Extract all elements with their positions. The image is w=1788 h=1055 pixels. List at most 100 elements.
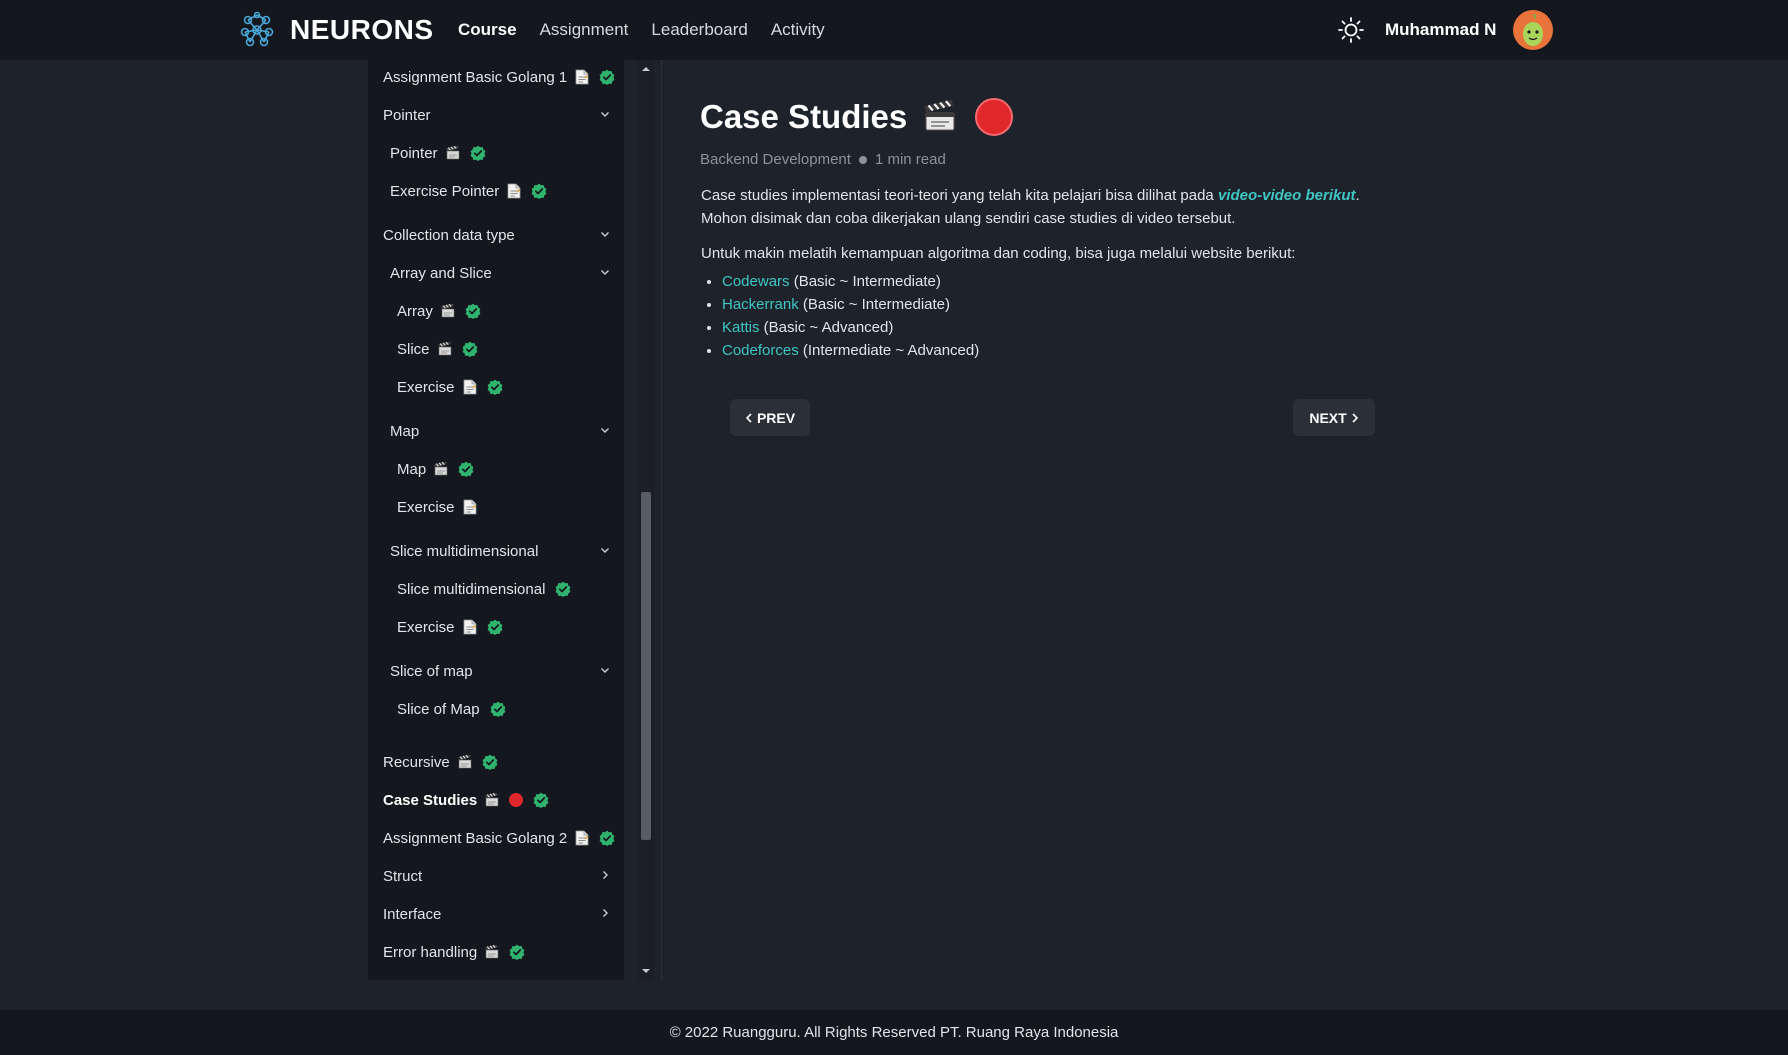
clapperboard-icon (445, 146, 460, 160)
sidebar-item-label: Slice of map (390, 662, 473, 680)
top-header: NEURONS Course Assignment Leaderboard Ac… (0, 0, 1788, 60)
sidebar-item-label: Exercise (397, 378, 455, 396)
completed-check-icon (533, 792, 549, 808)
sidebar-item-label: Array (397, 302, 433, 320)
clapperboard-icon (441, 304, 455, 318)
sidebar-item-label: Assignment Basic Golang 1 (383, 68, 568, 86)
completed-check-icon (470, 145, 486, 161)
copyright-text: © 2022 Ruangguru. All Rights Reserved PT… (669, 1024, 1119, 1041)
sidebar-item-exercise[interactable]: Exercise (368, 612, 624, 642)
meta-separator-dot (858, 155, 867, 164)
completed-check-icon (487, 619, 503, 635)
category-label: Backend Development (700, 151, 851, 168)
sidebar-item-label: Recursive (383, 753, 450, 771)
nav-assignment[interactable]: Assignment (540, 20, 629, 40)
chevron-right-icon[interactable] (598, 906, 612, 920)
chevron-down-icon[interactable] (598, 227, 612, 241)
completed-check-icon (482, 754, 498, 770)
sidebar-item-map[interactable]: Map (368, 416, 624, 446)
chevron-down-icon[interactable] (598, 423, 612, 437)
clapperboard-icon (434, 462, 448, 476)
sidebar-item-pointer[interactable]: Pointer (368, 138, 624, 168)
intro-text: Case studies implementasi teori-teori ya… (701, 187, 1218, 204)
chevron-down-icon[interactable] (598, 663, 612, 677)
sun-icon[interactable] (1337, 16, 1365, 44)
sidebar-item-interface[interactable]: Interface (368, 899, 624, 929)
chevron-down-icon[interactable] (598, 265, 612, 279)
clapperboard-icon (924, 100, 955, 131)
clapperboard-icon (485, 945, 499, 959)
page-footer: © 2022 Ruangguru. All Rights Reserved PT… (0, 1010, 1788, 1055)
document-icon (463, 379, 477, 395)
sidebar-item-case-studies[interactable]: Case Studies (368, 785, 624, 815)
nav-course[interactable]: Course (458, 20, 517, 40)
sidebar-item-assignment-basic-golang-1[interactable]: Assignment Basic Golang 1 (368, 62, 624, 92)
read-time: 1 min read (874, 151, 946, 168)
sidebar-item-pointer[interactable]: Pointer (368, 100, 624, 130)
avatar[interactable] (1513, 10, 1553, 50)
course-sidebar: Assignment Basic Golang 1 Pointer Pointer E… (368, 60, 624, 980)
sidebar-item-slice-multidimensional[interactable]: Slice multidimensional (368, 536, 624, 566)
completed-check-icon (458, 461, 474, 477)
codeforces-link[interactable]: Codeforces (722, 342, 799, 359)
avatar-character-icon (1523, 14, 1543, 46)
completed-check-icon (487, 379, 503, 395)
sidebar-item-label: Exercise (397, 498, 455, 516)
intro-period: . (1355, 187, 1360, 204)
sidebar-item-label: Map (390, 422, 420, 440)
prev-button[interactable]: PREV (730, 399, 810, 436)
sidebar-item-array-and-slice[interactable]: Array and Slice (368, 258, 624, 288)
sidebar-item-array[interactable]: Array (368, 296, 624, 326)
nav-activity[interactable]: Activity (771, 20, 825, 40)
clapperboard-icon (437, 342, 452, 356)
completed-check-icon (509, 944, 525, 960)
sidebar-item-struct[interactable]: Struct (368, 861, 624, 891)
kattis-link[interactable]: Kattis (722, 319, 760, 336)
sidebar-item-recursive[interactable]: Recursive (368, 747, 624, 777)
codewars-level: (Basic ~ Intermediate) (789, 273, 941, 290)
chevron-down-icon[interactable] (598, 543, 612, 557)
sidebar-item-collection-data-type[interactable]: Collection data type (368, 220, 624, 250)
chevron-down-icon[interactable] (598, 107, 612, 121)
sidebar-item-label: Error handling (383, 943, 478, 961)
list-item: Hackerrank (Basic ~ Intermediate) (722, 293, 979, 316)
chevron-left-icon (745, 412, 752, 423)
nav-leaderboard[interactable]: Leaderboard (651, 20, 747, 40)
sidebar-item-exercise[interactable]: Exercise (368, 372, 624, 402)
document-icon (575, 69, 589, 85)
scroll-down-arrow-icon[interactable] (641, 966, 651, 976)
next-label: NEXT (1309, 409, 1347, 426)
sidebar-item-label: Slice of Map (397, 700, 480, 718)
completed-check-icon (555, 581, 571, 597)
sidebar-item-slice-multidimensional[interactable]: Slice multidimensional (368, 574, 624, 604)
sidebar-item-label: Exercise Pointer (390, 182, 500, 200)
sidebar-scrollbar[interactable] (638, 60, 654, 980)
kattis-level: (Basic ~ Advanced) (759, 319, 894, 336)
sidebar-item-label: Array and Slice (390, 264, 492, 282)
scroll-thumb[interactable] (641, 492, 651, 840)
sidebar-item-exercise[interactable]: Exercise (368, 492, 624, 522)
sidebar-item-label: Collection data type (383, 226, 515, 244)
sidebar-item-slice-of-map[interactable]: Slice of Map (368, 694, 624, 724)
completed-check-icon (465, 303, 481, 319)
scroll-up-arrow-icon[interactable] (641, 64, 651, 74)
sidebar-item-exercise-pointer[interactable]: Exercise Pointer (368, 176, 624, 206)
practice-site-list: Codewars (Basic ~ Intermediate) Hackerra… (722, 270, 979, 362)
sidebar-item-map[interactable]: Map (368, 454, 624, 484)
clapperboard-icon (457, 755, 472, 769)
sidebar-item-error-handling[interactable]: Error handling (368, 937, 624, 967)
sidebar-item-label: Interface (383, 905, 442, 923)
sidebar-item-label: Pointer (390, 144, 438, 162)
chevron-right-icon[interactable] (598, 868, 612, 882)
neurons-logo-icon[interactable] (237, 10, 277, 50)
sidebar-item-slice[interactable]: Slice (368, 334, 624, 364)
brand-name[interactable]: NEURONS (290, 14, 434, 46)
next-button[interactable]: NEXT (1293, 399, 1375, 436)
video-link[interactable]: video-video berikut (1218, 187, 1356, 204)
codewars-link[interactable]: Codewars (722, 273, 790, 290)
sidebar-item-assignment-basic-golang-2[interactable]: Assignment Basic Golang 2 (368, 823, 624, 853)
hackerrank-link[interactable]: Hackerrank (722, 296, 799, 313)
username[interactable]: Muhammad N (1385, 20, 1496, 40)
sidebar-item-slice-of-map[interactable]: Slice of map (368, 656, 624, 686)
practice-paragraph: Untuk makin melatih kemampuan algoritma … (701, 245, 1296, 262)
